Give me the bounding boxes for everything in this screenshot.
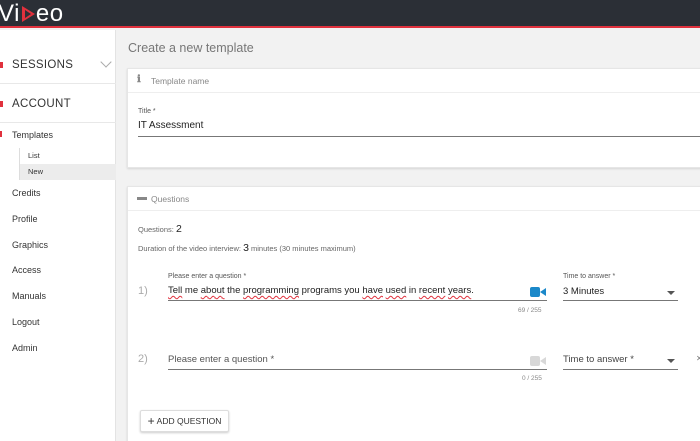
sidebar-section-account[interactable]: ACCOUNT — [0, 85, 116, 123]
top-bar: Vi eo — [0, 0, 700, 28]
sidebar-item-profile[interactable]: Profile — [12, 214, 38, 224]
sidebar-section-label: SESSIONS — [12, 58, 74, 71]
card-header: ▬ Questions — [128, 187, 700, 211]
chat-icon: ▬ — [137, 192, 147, 203]
template-name-card: ℹ Template name Title * IT Assessment — [127, 68, 700, 168]
card-header-title: Questions — [151, 194, 190, 204]
character-counter: 69 / 255 — [518, 307, 542, 314]
questions-count-value: 2 — [175, 223, 182, 235]
title-input-underline — [138, 136, 700, 137]
time-to-answer-select[interactable]: Time to answer * — [563, 354, 634, 365]
add-question-label: ADD QUESTION — [156, 416, 222, 426]
sidebar-section-sessions[interactable]: SESSIONS — [0, 46, 116, 84]
logo-text-left: Vi — [0, 0, 20, 27]
main-content: Create a new template ℹ Template name Ti… — [117, 30, 700, 441]
time-to-answer-select[interactable]: 3 Minutes — [563, 286, 604, 297]
duration-value: 3 — [243, 242, 249, 254]
sidebar-item-access[interactable]: Access — [12, 265, 41, 275]
sidebar-subitem-list[interactable]: List — [19, 148, 116, 164]
duration-suffix: minutes (30 minutes maximum) — [251, 244, 356, 253]
duration-label: Duration of the video interview: — [138, 244, 241, 253]
title-field-label: Title * — [138, 108, 156, 115]
sidebar-section-label: ACCOUNT — [12, 97, 71, 110]
sidebar-item-templates[interactable]: Templates — [12, 130, 53, 140]
remove-question-icon[interactable]: ✕ — [696, 354, 700, 363]
camera-lens — [540, 288, 546, 296]
question-number: 1) — [138, 285, 148, 297]
camera-lens — [540, 357, 546, 365]
logo-text-right: eo — [35, 0, 64, 27]
sidebar: SESSIONS ACCOUNT Templates List New Cred… — [0, 30, 116, 441]
sidebar-subitem-new[interactable]: New — [19, 164, 116, 180]
time-select-underline — [563, 369, 678, 370]
card-header: ℹ Template name — [128, 69, 700, 93]
question-input[interactable]: Please enter a question * — [168, 354, 274, 365]
duration-line: Duration of the video interview: 3 minut… — [138, 242, 356, 254]
sidebar-item-graphics[interactable]: Graphics — [12, 240, 48, 250]
questions-card: ▬ Questions Questions: 2 Duration of the… — [127, 186, 700, 441]
question-number: 2) — [138, 353, 148, 365]
play-icon — [21, 6, 35, 22]
video-camera-icon[interactable] — [530, 286, 546, 297]
sidebar-item-admin[interactable]: Admin — [12, 343, 38, 353]
time-to-answer-label: Time to answer * — [563, 273, 616, 280]
camera-body — [530, 287, 540, 297]
caret-down-icon[interactable] — [667, 291, 675, 295]
sidebar-item-credits[interactable]: Credits — [12, 188, 41, 198]
logo[interactable]: Vi eo — [0, 0, 64, 27]
add-question-button[interactable]: + ADD QUESTION — [140, 410, 229, 432]
question-field-label: Please enter a question * — [168, 273, 247, 280]
questions-count-line: Questions: 2 — [138, 223, 182, 235]
camera-body — [530, 356, 540, 366]
question-input-underline — [168, 300, 547, 301]
section-marker — [0, 62, 3, 68]
question-input[interactable]: Tell me about the programming programs y… — [168, 285, 474, 296]
character-counter: 0 / 255 — [522, 375, 542, 382]
templates-marker — [0, 131, 2, 137]
page-title: Create a new template — [128, 41, 254, 55]
title-input[interactable]: IT Assessment — [138, 120, 203, 131]
section-marker — [0, 101, 3, 107]
sidebar-item-manuals[interactable]: Manuals — [12, 291, 46, 301]
time-select-underline — [563, 300, 678, 301]
card-header-title: Template name — [151, 76, 210, 86]
chevron-down-icon[interactable] — [100, 56, 112, 68]
plus-icon: + — [147, 414, 155, 428]
video-camera-icon[interactable] — [530, 355, 546, 366]
question-input-underline — [168, 369, 547, 370]
info-icon: ℹ — [137, 74, 141, 85]
questions-count-label: Questions: — [138, 225, 174, 234]
sidebar-item-logout[interactable]: Logout — [12, 317, 40, 327]
caret-down-icon[interactable] — [667, 359, 675, 363]
